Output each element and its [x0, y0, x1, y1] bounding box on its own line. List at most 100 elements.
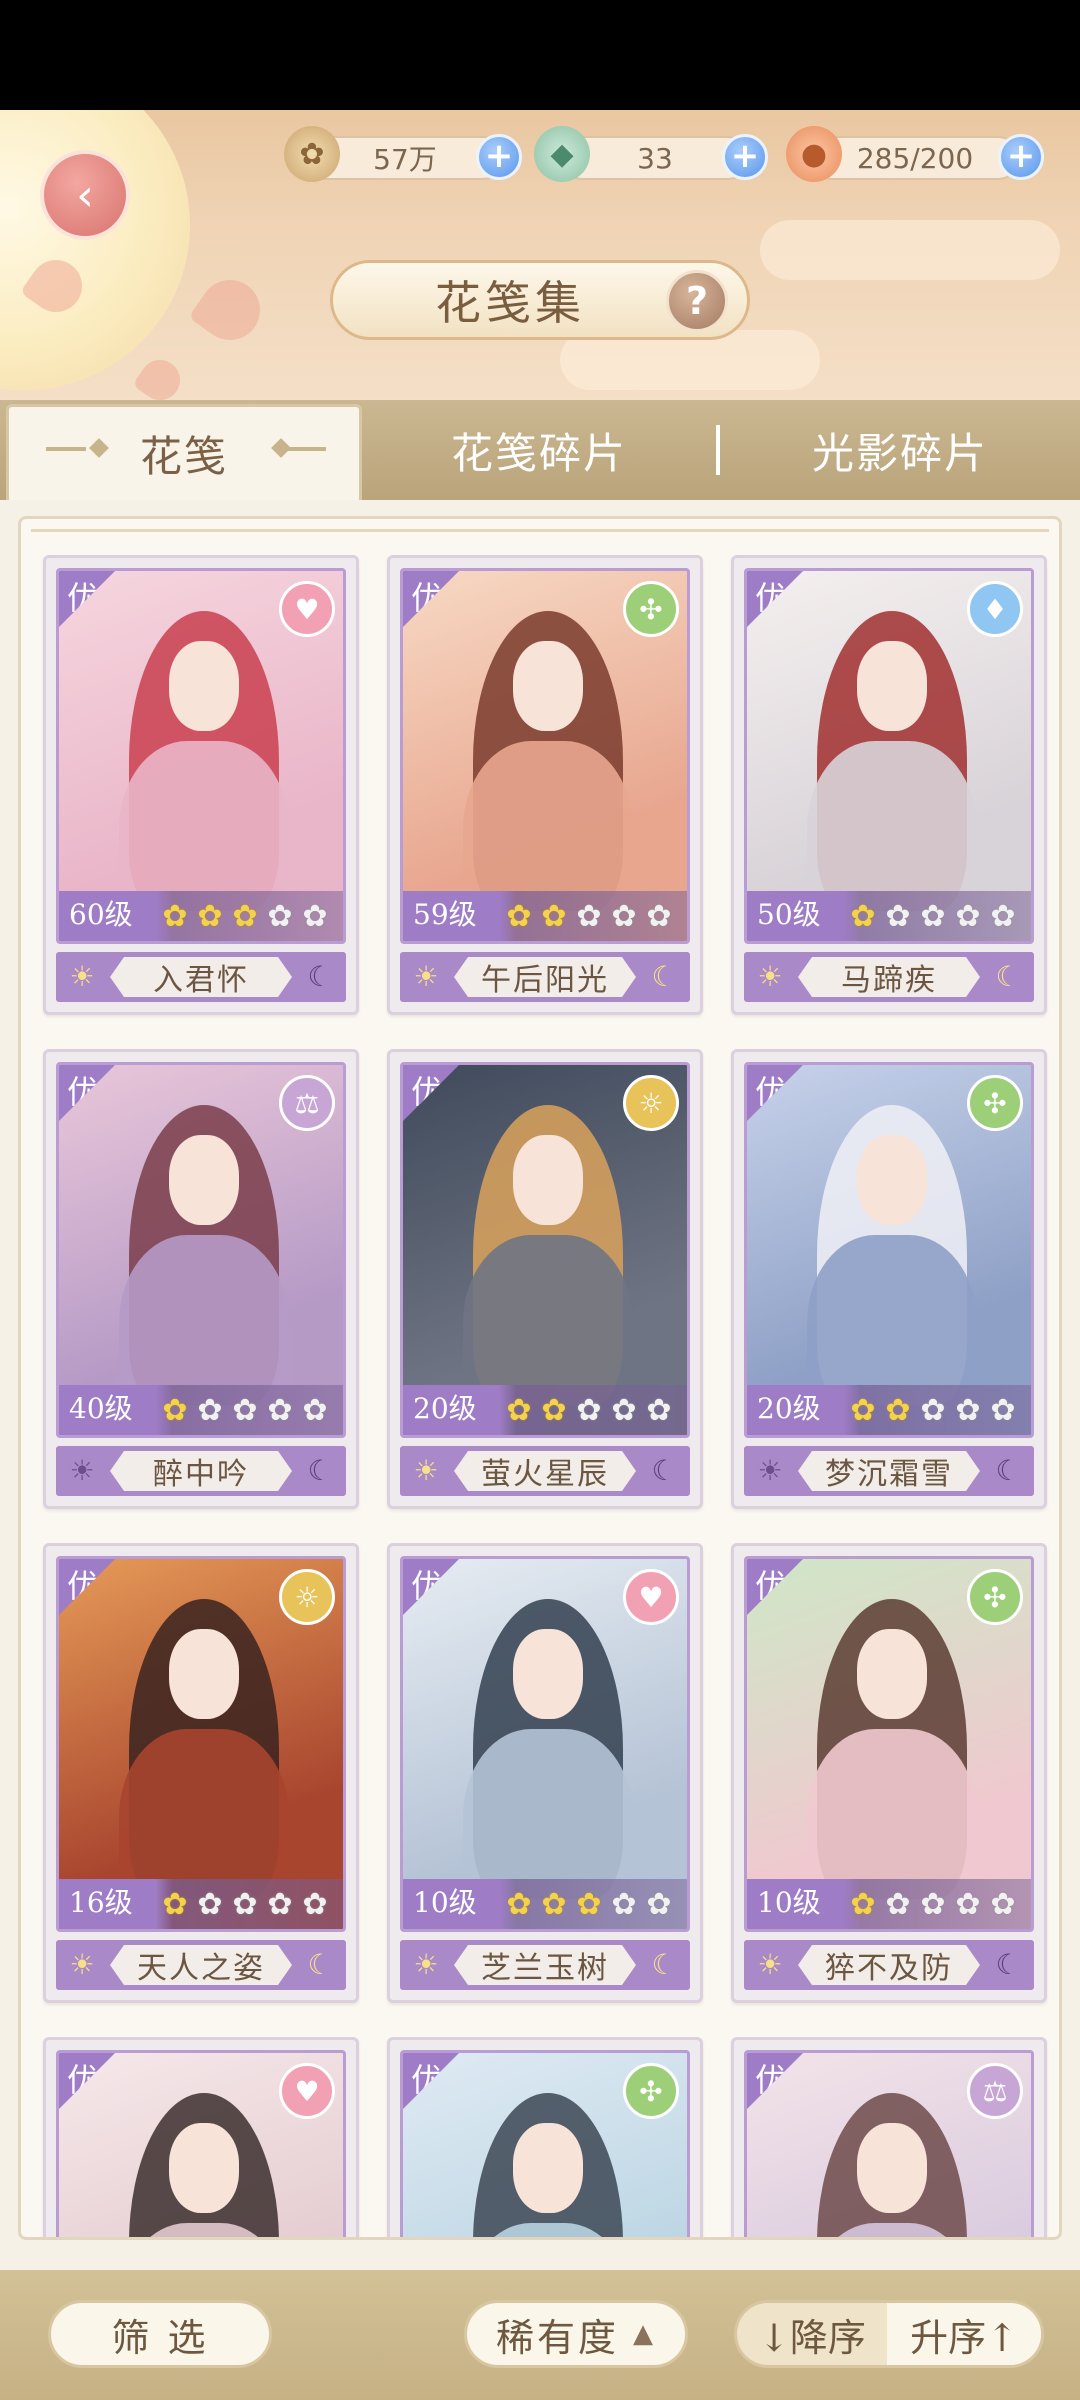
card-name-bar: ☀ 萤火星辰 ☾ [400, 1446, 690, 1496]
add-coins-button[interactable]: + [476, 134, 522, 180]
help-button[interactable]: ? [666, 270, 728, 332]
add-stamina-button[interactable]: + [998, 134, 1044, 180]
moon-icon: ☾ [307, 1948, 333, 1981]
ascending-button[interactable]: 升序↑ [887, 2303, 1041, 2365]
leaf-attribute-icon: ✣ [967, 1075, 1023, 1131]
triangle-up-icon: ▲ [633, 2319, 656, 2349]
sun-icon: ☀ [69, 1948, 95, 1981]
character-face [857, 1629, 927, 1719]
card-item[interactable]: 优 ✣ 59级 ✿ ✿ ✿ ✿ ✿ ☀ 午后阳光 ☾ [387, 555, 703, 1015]
card-item[interactable]: 优 ✣ 10级 ✿ ✿ ✿ ✿ ✿ ☀ 猝不及防 ☾ [731, 1543, 1047, 2003]
card-name-bar: ☀ 天人之姿 ☾ [56, 1940, 346, 1990]
card-art-frame: 优 ☼ 20级 ✿ ✿ ✿ ✿ ✿ [400, 1062, 690, 1438]
card-item[interactable]: 优 ☼ 20级 ✿ ✿ ✿ ✿ ✿ ☀ 萤火星辰 ☾ [387, 1049, 703, 1509]
descending-label: ↓降序 [758, 2315, 866, 2360]
card-name: 入君怀 [153, 963, 249, 998]
tab-cards[interactable]: 花笺 [6, 404, 362, 500]
sun-icon: ☀ [757, 960, 783, 993]
star-empty-icon: ✿ [646, 1393, 672, 1428]
card-item[interactable]: 优 ⚖ [731, 2037, 1047, 2237]
card-name-plate: 芝兰玉树 [454, 1945, 636, 1985]
moon-icon: ☾ [307, 960, 333, 993]
panel-border [31, 529, 1049, 539]
card-name-plate: 梦沉霜雪 [798, 1451, 980, 1491]
moon-icon: ☾ [995, 1948, 1021, 1981]
level-bar: 40级 ✿ ✿ ✿ ✿ ✿ [59, 1385, 343, 1435]
card-list: 优 ♥ 60级 ✿ ✿ ✿ ✿ ✿ ☀ 入君怀 ☾ 优 ✣ 59级 ✿ ✿ ✿ ✿ ✿ ☀ 午后阳光 ☾ 优 ♦ 50级 ✿ ✿ ✿ ✿… [18, 516, 1062, 2240]
character-face [513, 1629, 583, 1719]
star-empty-icon: ✿ [611, 1393, 637, 1428]
star-empty-icon: ✿ [576, 899, 602, 934]
tab-light-fragments[interactable]: 光影碎片 [720, 400, 1080, 500]
level-bar: 60级 ✿ ✿ ✿ ✿ ✿ [59, 891, 343, 941]
star-empty-icon: ✿ [197, 1393, 223, 1428]
descending-button[interactable]: ↓降序 [737, 2303, 887, 2365]
resource-value: 33 [637, 141, 673, 175]
card-item[interactable]: 优 ☼ 16级 ✿ ✿ ✿ ✿ ✿ ☀ 天人之姿 ☾ [43, 1543, 359, 2003]
character-face [857, 641, 927, 731]
card-level: 10级 [413, 1886, 477, 1919]
character-face [857, 2123, 927, 2213]
card-art-frame: 优 ♥ 10级 ✿ ✿ ✿ ✿ ✿ [400, 1556, 690, 1932]
card-art-frame: 优 ⚖ 40级 ✿ ✿ ✿ ✿ ✿ [56, 1062, 346, 1438]
add-jade-button[interactable]: + [722, 134, 768, 180]
star-filled-icon: ✿ [162, 1887, 188, 1922]
card-name-bar: ☀ 猝不及防 ☾ [744, 1940, 1034, 1990]
card-name-plate: 猝不及防 [798, 1945, 980, 1985]
tab-ornament [46, 447, 86, 451]
star-empty-icon: ✿ [990, 1887, 1016, 1922]
peach-stamina-icon: ● [786, 126, 842, 182]
tab-label: 花笺碎片 [450, 428, 627, 478]
back-arrow-icon: ‹ [76, 169, 94, 221]
card-item[interactable]: 优 ♦ 50级 ✿ ✿ ✿ ✿ ✿ ☀ 马蹄疾 ☾ [731, 555, 1047, 1015]
character-face [169, 641, 239, 731]
back-button[interactable]: ‹ [40, 150, 130, 240]
tab-card-fragments[interactable]: 花笺碎片 [362, 400, 716, 500]
card-item[interactable]: 优 ♥ [43, 2037, 359, 2237]
level-bar: 50级 ✿ ✿ ✿ ✿ ✿ [747, 891, 1031, 941]
star-empty-icon: ✿ [302, 899, 328, 934]
water-attribute-icon: ♦ [967, 581, 1023, 637]
bottom-toolbar: 筛 选 稀有度 ▲ ↓降序 升序↑ [0, 2270, 1080, 2400]
star-filled-icon: ✿ [162, 899, 188, 934]
card-item[interactable]: 优 ⚖ 40级 ✿ ✿ ✿ ✿ ✿ ☀ 醉中吟 ☾ [43, 1049, 359, 1509]
card-item[interactable]: 优 ♥ 60级 ✿ ✿ ✿ ✿ ✿ ☀ 入君怀 ☾ [43, 555, 359, 1015]
star-empty-icon: ✿ [920, 1887, 946, 1922]
moon-icon: ☾ [651, 1948, 677, 1981]
rarity-sort-button[interactable]: 稀有度 ▲ [464, 2300, 688, 2368]
card-name-plate: 醉中吟 [110, 1451, 292, 1491]
card-item[interactable]: 优 ✣ 20级 ✿ ✿ ✿ ✿ ✿ ☀ 梦沉霜雪 ☾ [731, 1049, 1047, 1509]
level-bar: 10级 ✿ ✿ ✿ ✿ ✿ [747, 1879, 1031, 1929]
moon-icon: ☾ [651, 960, 677, 993]
card-level: 40级 [69, 1392, 133, 1425]
lamp-attribute-icon: ☼ [623, 1075, 679, 1131]
card-name: 梦沉霜雪 [825, 1457, 953, 1492]
star-empty-icon: ✿ [955, 1393, 981, 1428]
character-face [513, 641, 583, 731]
resource-value: 57万 [373, 143, 437, 176]
card-item[interactable]: 优 ♥ 10级 ✿ ✿ ✿ ✿ ✿ ☀ 芝兰玉树 ☾ [387, 1543, 703, 2003]
star-empty-icon: ✿ [885, 1887, 911, 1922]
paw-coin-icon: ✿ [284, 126, 340, 182]
card-art-frame: 优 ✣ 10级 ✿ ✿ ✿ ✿ ✿ [744, 1556, 1034, 1932]
star-rating: ✿ ✿ ✿ ✿ ✿ [159, 1395, 331, 1427]
star-rating: ✿ ✿ ✿ ✿ ✿ [503, 1395, 675, 1427]
character-face [169, 2123, 239, 2213]
star-empty-icon: ✿ [955, 1887, 981, 1922]
star-empty-icon: ✿ [646, 1887, 672, 1922]
character-face [513, 1135, 583, 1225]
star-filled-icon: ✿ [506, 1393, 532, 1428]
star-empty-icon: ✿ [955, 899, 981, 934]
card-art-frame: 优 ☼ 16级 ✿ ✿ ✿ ✿ ✿ [56, 1556, 346, 1932]
star-filled-icon: ✿ [885, 1393, 911, 1428]
tab-ornament [286, 447, 326, 451]
scale-attribute-icon: ⚖ [279, 1075, 335, 1131]
card-item[interactable]: 优 ✣ [387, 2037, 703, 2237]
card-art-frame: 优 ⚖ [744, 2050, 1034, 2237]
card-level: 10级 [757, 1886, 821, 1919]
card-name-plate: 萤火星辰 [454, 1451, 636, 1491]
card-name: 马蹄疾 [841, 963, 937, 998]
status-bar [0, 0, 1080, 110]
filter-button[interactable]: 筛 选 [48, 2300, 272, 2368]
header: ‹ 57万 ✿ + 33 ◆ + 285/200 ● + 花笺集 ? [0, 110, 1080, 410]
